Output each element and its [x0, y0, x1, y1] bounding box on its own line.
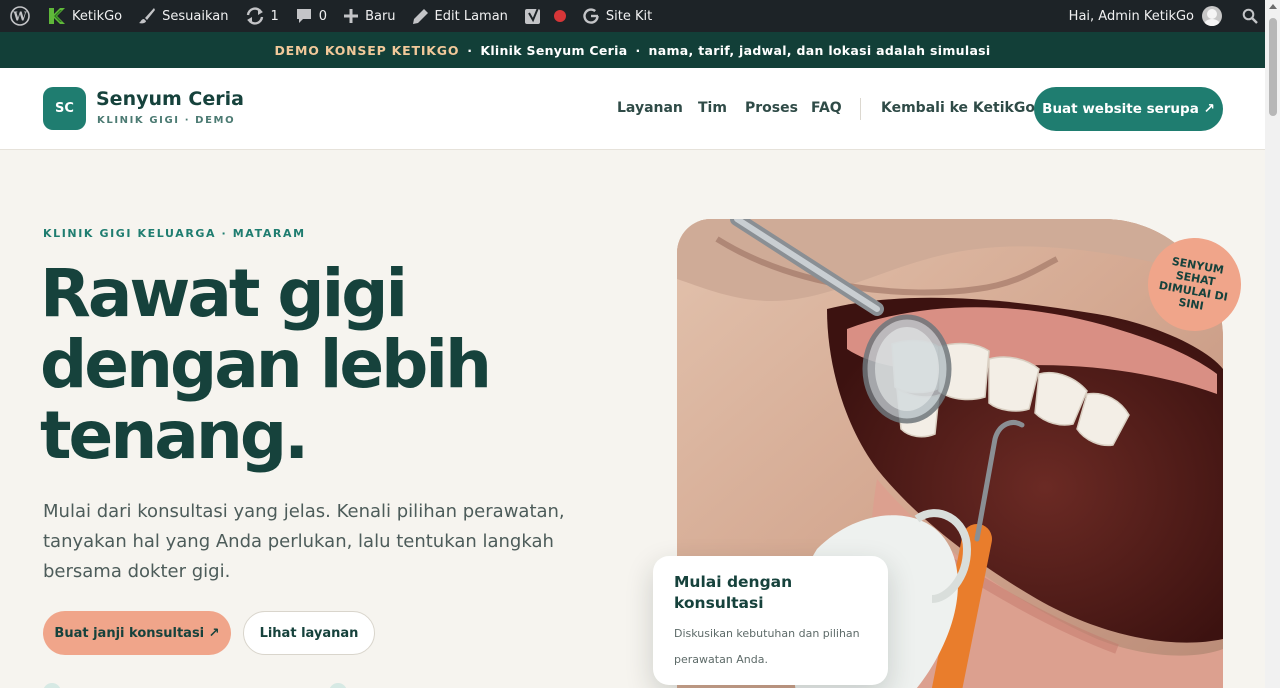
site-name-menu[interactable]: KetikGo — [38, 0, 130, 32]
customize-menu[interactable]: Sesuaikan — [130, 0, 236, 32]
google-g-icon — [583, 8, 599, 24]
view-services-button[interactable]: Lihat layanan — [243, 611, 375, 655]
pencil-icon — [412, 8, 428, 24]
new-label: Baru — [365, 8, 396, 24]
comment-icon — [296, 9, 311, 23]
demo-notice-accent: DEMO KONSEP KETIKGO — [274, 42, 460, 58]
demo-notice-separator: · — [467, 42, 473, 58]
yoast-seo-icon — [524, 7, 540, 24]
updates-count: 1 — [270, 8, 279, 24]
nav-link-faq[interactable]: FAQ — [811, 100, 842, 116]
hero-eyebrow: KLINIK GIGI KELUARGA · MATARAM — [43, 227, 306, 240]
page-scrollbar[interactable] — [1265, 0, 1280, 688]
svg-text:W: W — [12, 10, 27, 24]
book-consultation-button[interactable]: Buat janji konsultasi ↗ — [43, 611, 231, 655]
account-greeting: Hai, Admin KetikGo — [1068, 8, 1194, 24]
admin-bar: W KetikGo Sesuaikan 1 0 Baru Edit Laman — [0, 0, 1280, 32]
new-content-menu[interactable]: Baru — [335, 0, 403, 32]
comments-count: 0 — [318, 8, 328, 24]
consultation-card: Mulai dengan konsultasi Diskusikan kebut… — [653, 556, 888, 685]
plus-icon — [344, 9, 359, 23]
avatar — [1202, 6, 1222, 26]
build-similar-website-button[interactable]: Buat website serupa ↗ — [1034, 87, 1223, 131]
hero-headline-line-1: Rawat gigi — [40, 255, 408, 332]
nav-link-layanan[interactable]: Layanan — [617, 100, 683, 116]
paintbrush-icon — [139, 8, 156, 24]
consultation-card-title: Mulai dengan konsultasi — [674, 573, 793, 612]
edit-page-label: Edit Laman — [434, 8, 508, 24]
demo-notice-text: nama, tarif, jadwal, dan lokasi adalah s… — [648, 42, 991, 58]
hero-headline-line-3: tenang. — [40, 397, 309, 474]
back-to-ketikgo-link[interactable]: Kembali ke KetikGo — [881, 100, 1035, 116]
updates-icon — [246, 7, 263, 25]
search-icon — [1242, 8, 1258, 24]
feature-check-icon — [329, 683, 347, 688]
edit-page-menu[interactable]: Edit Laman — [404, 0, 516, 32]
scroll-up-arrow-icon[interactable] — [1269, 4, 1277, 9]
ketikgo-logo-icon — [49, 8, 65, 24]
admin-search-button[interactable] — [1226, 0, 1258, 32]
seo-status-dot — [553, 10, 566, 22]
yoast-menu[interactable] — [516, 0, 574, 32]
feature-check-icon — [43, 683, 61, 688]
demo-notice-clinic: Klinik Senyum Ceria — [480, 42, 628, 58]
updates-menu[interactable]: 1 — [237, 0, 287, 32]
wordpress-logo-icon[interactable]: W — [2, 0, 38, 32]
hero-headline-line-2: dengan lebih — [40, 326, 492, 403]
demo-notice-separator: · — [635, 42, 641, 58]
logo-badge[interactable]: SC — [43, 87, 86, 130]
site-name-label: KetikGo — [72, 8, 123, 24]
consultation-card-body: Diskusikan kebutuhan dan pilihan perawat… — [674, 627, 860, 666]
badge-text: SENYUM SEHAT DIMULAI DI SINI — [1157, 254, 1229, 313]
scrollbar-thumb[interactable] — [1269, 18, 1277, 116]
demo-notice-bar: DEMO KONSEP KETIKGO · Klinik Senyum Ceri… — [0, 32, 1265, 68]
comments-menu[interactable]: 0 — [287, 0, 335, 32]
hero-lead-text: Mulai dari konsultasi yang jelas. Kenali… — [43, 501, 565, 582]
nav-link-proses[interactable]: Proses — [745, 100, 798, 116]
account-menu[interactable]: Hai, Admin KetikGo — [1061, 0, 1226, 32]
site-header: SC Senyum Ceria KLINIK GIGI · DEMO Layan… — [0, 68, 1265, 150]
site-kit-label: Site Kit — [605, 8, 653, 24]
brand-subtitle: KLINIK GIGI · DEMO — [97, 115, 236, 126]
nav-divider — [860, 98, 861, 120]
site-kit-menu[interactable]: Site Kit — [574, 0, 660, 32]
customize-label: Sesuaikan — [162, 8, 229, 24]
brand-name[interactable]: Senyum Ceria — [96, 88, 244, 110]
hero-headline: Rawat gigi dengan lebih tenang. — [40, 258, 620, 471]
nav-link-tim[interactable]: Tim — [698, 100, 727, 116]
